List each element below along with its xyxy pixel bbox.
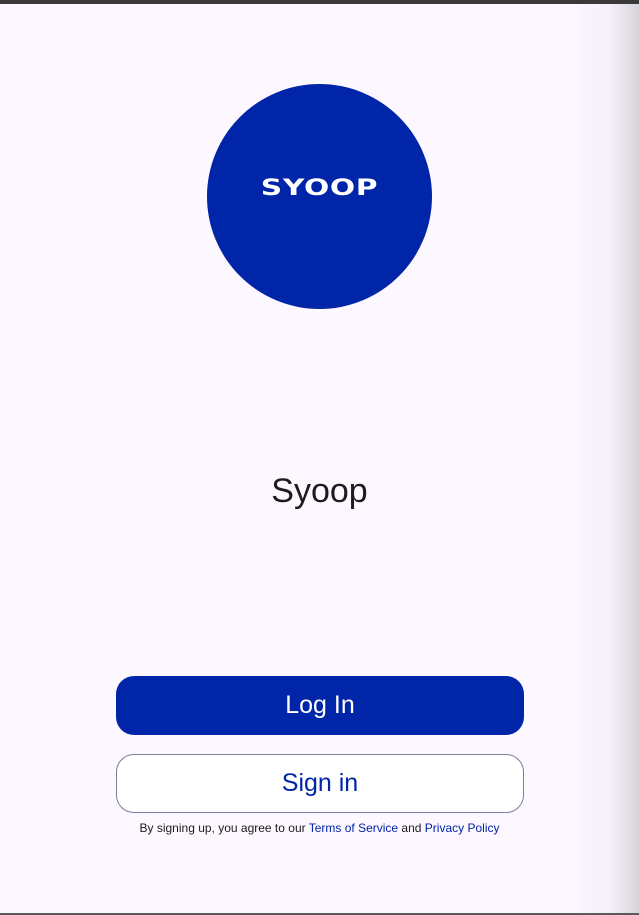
app-logo: SYOOP <box>207 84 432 309</box>
login-button[interactable]: Log In <box>116 676 524 735</box>
signin-button[interactable]: Sign in <box>116 754 524 813</box>
legal-notice: By signing up, you agree to our Terms of… <box>0 821 639 835</box>
edge-shadow <box>569 4 639 913</box>
top-window-border <box>0 0 639 4</box>
terms-of-service-link[interactable]: Terms of Service <box>309 821 398 835</box>
legal-middle: and <box>398 821 425 835</box>
app-title: Syoop <box>271 472 368 510</box>
legal-prefix: By signing up, you agree to our <box>139 821 309 835</box>
logo-wordmark: SYOOP <box>260 176 379 201</box>
privacy-policy-link[interactable]: Privacy Policy <box>425 821 500 835</box>
